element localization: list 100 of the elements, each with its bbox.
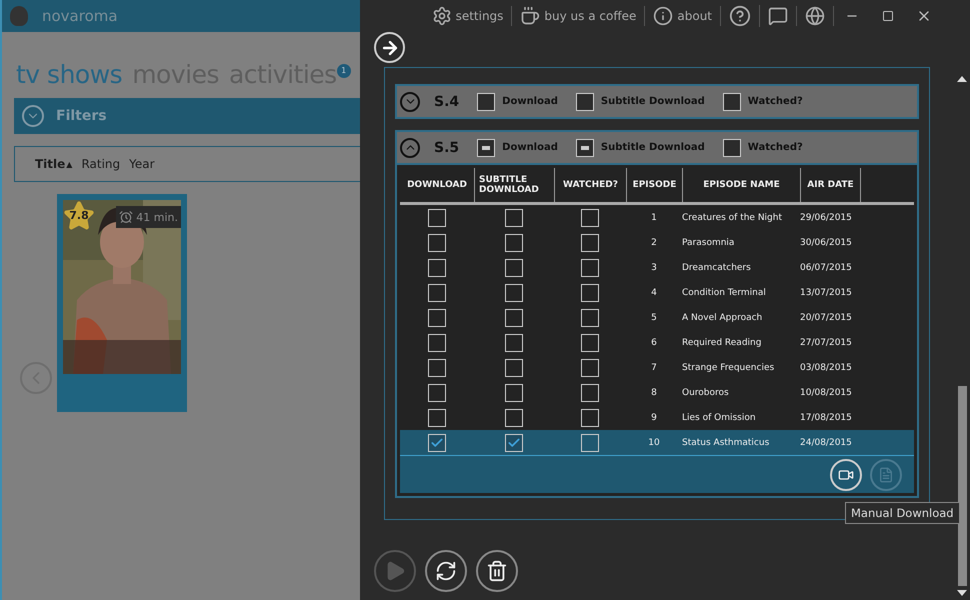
episode-row[interactable]: 5 A Novel Approach 20/07/2015 xyxy=(400,305,914,330)
delete-button[interactable] xyxy=(476,550,518,592)
checkbox[interactable] xyxy=(428,384,446,402)
checkbox[interactable] xyxy=(576,138,594,156)
expand-icon[interactable] xyxy=(400,92,420,112)
sort-option[interactable]: Rating xyxy=(81,157,120,171)
checkbox[interactable] xyxy=(428,284,446,302)
tooltip: Manual Download xyxy=(845,502,960,524)
refresh-button[interactable] xyxy=(425,550,467,592)
checkbox[interactable] xyxy=(581,434,599,452)
checkbox[interactable] xyxy=(428,334,446,352)
checkbox[interactable] xyxy=(581,284,599,302)
checkbox[interactable] xyxy=(722,92,741,110)
episode-row[interactable]: 7 Strange Frequencies 03/08/2015 xyxy=(400,355,914,380)
check-icon xyxy=(430,436,444,450)
column-header: EPISODE NAME xyxy=(682,168,800,202)
checkbox[interactable] xyxy=(428,434,446,452)
checkbox[interactable] xyxy=(428,208,446,226)
globe-icon xyxy=(805,6,825,26)
runtime-text: 41 min. xyxy=(136,210,178,224)
checkbox[interactable] xyxy=(428,308,446,326)
show-card[interactable]: 7.8 41 min. xyxy=(57,194,187,412)
checkbox[interactable] xyxy=(505,208,523,226)
checkbox[interactable] xyxy=(505,258,523,276)
checkbox[interactable] xyxy=(722,138,741,156)
checkbox[interactable] xyxy=(428,258,446,276)
app-title: novaroma xyxy=(42,7,118,25)
forward-button[interactable] xyxy=(374,32,405,63)
checkbox[interactable] xyxy=(581,208,599,226)
episode-row[interactable]: 1 Creatures of the Night 29/06/2015 xyxy=(400,205,914,230)
checkbox[interactable] xyxy=(505,234,523,252)
info-icon xyxy=(653,6,674,26)
toolbar-link[interactable]: about xyxy=(645,6,721,26)
air-date: 27/07/2015 xyxy=(800,338,852,348)
checkbox-label: Subtitle Download xyxy=(600,142,705,153)
episode-row[interactable]: 4 Condition Terminal 13/07/2015 xyxy=(400,280,914,305)
air-date: 10/08/2015 xyxy=(800,388,852,398)
air-date: 20/07/2015 xyxy=(800,312,852,322)
episode-row[interactable]: 6 Required Reading 27/07/2015 xyxy=(400,330,914,355)
toolbar-link[interactable]: buy us a coffee xyxy=(512,6,646,26)
checkbox-label: Watched? xyxy=(748,142,803,153)
checkbox[interactable] xyxy=(477,138,496,156)
episode-row[interactable]: 8 Ouroboros 10/08/2015 xyxy=(400,380,914,405)
checkbox-label: Download xyxy=(502,96,558,107)
help-icon xyxy=(729,5,751,27)
episode-row[interactable]: 3 Dreamcatchers 06/07/2015 xyxy=(400,255,914,280)
checkbox-label: Subtitle Download xyxy=(600,96,705,107)
episode-row[interactable]: 2 Parasomnia 30/06/2015 xyxy=(400,230,914,255)
season-header[interactable]: S.5 Download Subtitle Download Watched? xyxy=(395,130,919,165)
trash-icon xyxy=(486,560,508,582)
air-date: 13/07/2015 xyxy=(800,288,852,298)
checkbox[interactable] xyxy=(581,384,599,402)
checkbox[interactable] xyxy=(477,92,496,110)
episode-name: Status Asthmaticus xyxy=(682,438,770,448)
column-header: AIR DATE xyxy=(800,168,860,202)
manual-download-button[interactable] xyxy=(830,458,862,490)
toolbar-link[interactable]: settings xyxy=(424,6,512,26)
episode-row[interactable]: 9 Lies of Omission 17/08/2015 xyxy=(400,405,914,430)
refresh-icon xyxy=(435,560,457,582)
checkbox[interactable] xyxy=(505,408,523,426)
speech-bubble-icon xyxy=(768,6,788,26)
column-header: WATCHED? xyxy=(554,168,626,202)
selected-row[interactable]: 10 Status Asthmaticus 24/08/2015 xyxy=(400,430,914,455)
checkbox[interactable] xyxy=(428,408,446,426)
episode-number: 8 xyxy=(651,388,657,398)
checkbox[interactable] xyxy=(428,234,446,252)
checkbox[interactable] xyxy=(428,358,446,376)
check-icon xyxy=(507,436,521,450)
checkbox[interactable] xyxy=(505,358,523,376)
episode-number: 3 xyxy=(651,262,657,272)
checkbox[interactable] xyxy=(505,284,523,302)
column-header: DOWNLOAD xyxy=(406,179,468,192)
checkbox[interactable] xyxy=(581,258,599,276)
checkbox[interactable] xyxy=(581,358,599,376)
season-header[interactable]: S.4 Download Subtitle Download Watched? xyxy=(395,84,919,119)
maximize-icon[interactable] xyxy=(882,10,894,22)
checkbox-label: Watched? xyxy=(748,96,803,107)
air-date: 30/06/2015 xyxy=(800,238,852,248)
episode-name: Dreamcatchers xyxy=(682,262,751,272)
filters-label: Filters xyxy=(56,108,107,124)
checkbox[interactable] xyxy=(505,434,523,452)
checkbox[interactable] xyxy=(581,234,599,252)
checkbox[interactable] xyxy=(505,334,523,352)
episode-name: Lies of Omission xyxy=(682,412,756,422)
app-logo-icon xyxy=(10,6,28,26)
sort-option[interactable]: Title xyxy=(35,157,66,171)
episode-name: Condition Terminal xyxy=(682,288,766,298)
column-header: SUBTITLE DOWNLOAD xyxy=(474,168,554,202)
document-icon xyxy=(878,466,894,482)
sort-option[interactable]: Year xyxy=(129,157,155,171)
checkbox[interactable] xyxy=(581,308,599,326)
collapse-icon[interactable] xyxy=(400,138,420,158)
checkbox[interactable] xyxy=(581,334,599,352)
checkbox[interactable] xyxy=(505,384,523,402)
episode-name: Parasomnia xyxy=(682,238,734,248)
checkbox[interactable] xyxy=(505,308,523,326)
checkbox[interactable] xyxy=(576,92,594,110)
episode-number: 1 xyxy=(651,212,657,222)
checkbox[interactable] xyxy=(581,408,599,426)
episode-name: Strange Frequencies xyxy=(682,362,774,372)
